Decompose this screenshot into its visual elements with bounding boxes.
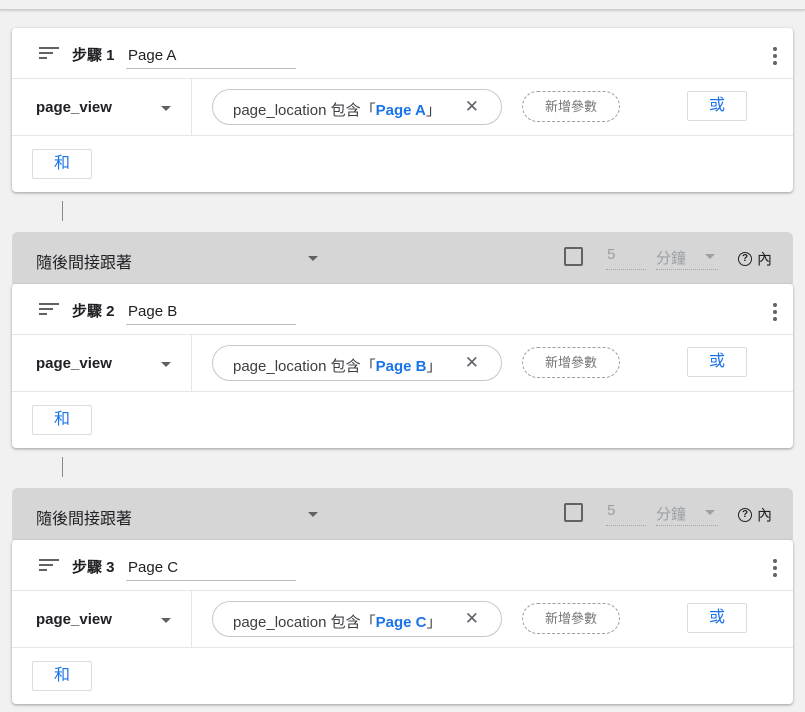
arrow-drop-down-icon — [161, 106, 171, 111]
close-icon[interactable]: ✕ — [465, 610, 479, 628]
add-parameter-button[interactable]: 新增參數 — [522, 347, 620, 378]
parameter-chip[interactable]: page_location 包含「Page B」 ✕ — [212, 345, 502, 381]
parameter-value: Page A — [375, 102, 426, 119]
event-select[interactable]: page_view — [12, 591, 192, 648]
sequence-bar-2: 隨後間接跟著 5 分鐘 ? 內 — [12, 488, 793, 540]
close-icon[interactable]: ✕ — [465, 354, 479, 372]
help-icon[interactable]: ? — [738, 252, 752, 266]
parameter-value: Page B — [375, 358, 427, 375]
duration-unit-label: 分鐘 — [656, 250, 687, 267]
close-icon[interactable]: ✕ — [465, 98, 479, 116]
condition-row: page_view page_location 包含「Page B」 ✕ 新增參… — [12, 335, 793, 392]
event-select[interactable]: page_view — [12, 79, 192, 136]
within-label: 內 — [757, 251, 773, 268]
and-button[interactable]: 和 — [32, 405, 92, 435]
or-button[interactable]: 或 — [687, 91, 747, 121]
parameter-chip-text: page_location 包含「Page B」 — [233, 358, 442, 375]
arrow-drop-down-icon — [161, 618, 171, 623]
time-constraint-checkbox[interactable] — [564, 247, 583, 266]
within-label: 內 — [757, 507, 773, 524]
duration-input[interactable]: 5 — [606, 246, 646, 270]
parameter-chip-text: page_location 包含「Page C」 — [233, 614, 442, 631]
step-connector — [62, 201, 63, 221]
step-label: 步驟 2 — [72, 303, 115, 320]
add-parameter-button[interactable]: 新增參數 — [522, 603, 620, 634]
step-label: 步驟 1 — [72, 47, 115, 64]
help-icon[interactable]: ? — [738, 508, 752, 522]
sort-icon[interactable] — [39, 559, 59, 573]
condition-row: page_view page_location 包含「Page A」 ✕ 新增參… — [12, 79, 793, 136]
duration-unit-select[interactable]: 分鐘 — [656, 502, 718, 526]
more-vert-icon[interactable] — [773, 303, 777, 321]
step-connector — [62, 457, 63, 477]
step-header: 步驟 3 — [12, 540, 793, 591]
time-constraint-checkbox[interactable] — [564, 503, 583, 522]
arrow-drop-down-icon — [705, 254, 715, 259]
parameter-chip[interactable]: page_location 包含「Page C」 ✕ — [212, 601, 502, 637]
step-name-input[interactable] — [126, 297, 296, 325]
arrow-drop-down-icon — [705, 510, 715, 515]
duration-unit-label: 分鐘 — [656, 506, 687, 523]
step-label: 步驟 3 — [72, 559, 115, 576]
duration-unit-select[interactable]: 分鐘 — [656, 246, 718, 270]
and-button[interactable]: 和 — [32, 149, 92, 179]
and-button[interactable]: 和 — [32, 661, 92, 691]
or-button[interactable]: 或 — [687, 603, 747, 633]
step-header: 步驟 1 — [12, 28, 793, 79]
step-name-input[interactable] — [126, 553, 296, 581]
add-parameter-button[interactable]: 新增參數 — [522, 91, 620, 122]
step-name-input[interactable] — [126, 41, 296, 69]
sort-icon[interactable] — [39, 303, 59, 317]
or-button[interactable]: 或 — [687, 347, 747, 377]
event-name: page_view — [36, 611, 112, 628]
arrow-drop-down-icon — [161, 362, 171, 367]
parameter-value: Page C — [375, 614, 427, 631]
arrow-drop-down-icon[interactable] — [308, 256, 318, 261]
step-header: 步驟 2 — [12, 284, 793, 335]
condition-row: page_view page_location 包含「Page C」 ✕ 新增參… — [12, 591, 793, 648]
parameter-chip[interactable]: page_location 包含「Page A」 ✕ — [212, 89, 502, 125]
sequence-bar-1: 隨後間接跟著 5 分鐘 ? 內 — [12, 232, 793, 284]
parameter-chip-text: page_location 包含「Page A」 — [233, 102, 441, 119]
sequence-mode-label[interactable]: 隨後間接跟著 — [36, 249, 132, 273]
event-name: page_view — [36, 99, 112, 116]
sort-icon[interactable] — [39, 47, 59, 61]
step-card-1: 步驟 1 page_view page_location 包含「Page A」 … — [12, 28, 793, 192]
event-name: page_view — [36, 355, 112, 372]
event-select[interactable]: page_view — [12, 335, 192, 392]
sequence-mode-label[interactable]: 隨後間接跟著 — [36, 505, 132, 529]
duration-input[interactable]: 5 — [606, 502, 646, 526]
step-card-3: 步驟 3 page_view page_location 包含「Page C」 … — [12, 540, 793, 704]
more-vert-icon[interactable] — [773, 47, 777, 65]
more-vert-icon[interactable] — [773, 559, 777, 577]
top-divider — [0, 0, 805, 10]
arrow-drop-down-icon[interactable] — [308, 512, 318, 517]
step-card-2: 步驟 2 page_view page_location 包含「Page B」 … — [12, 284, 793, 448]
